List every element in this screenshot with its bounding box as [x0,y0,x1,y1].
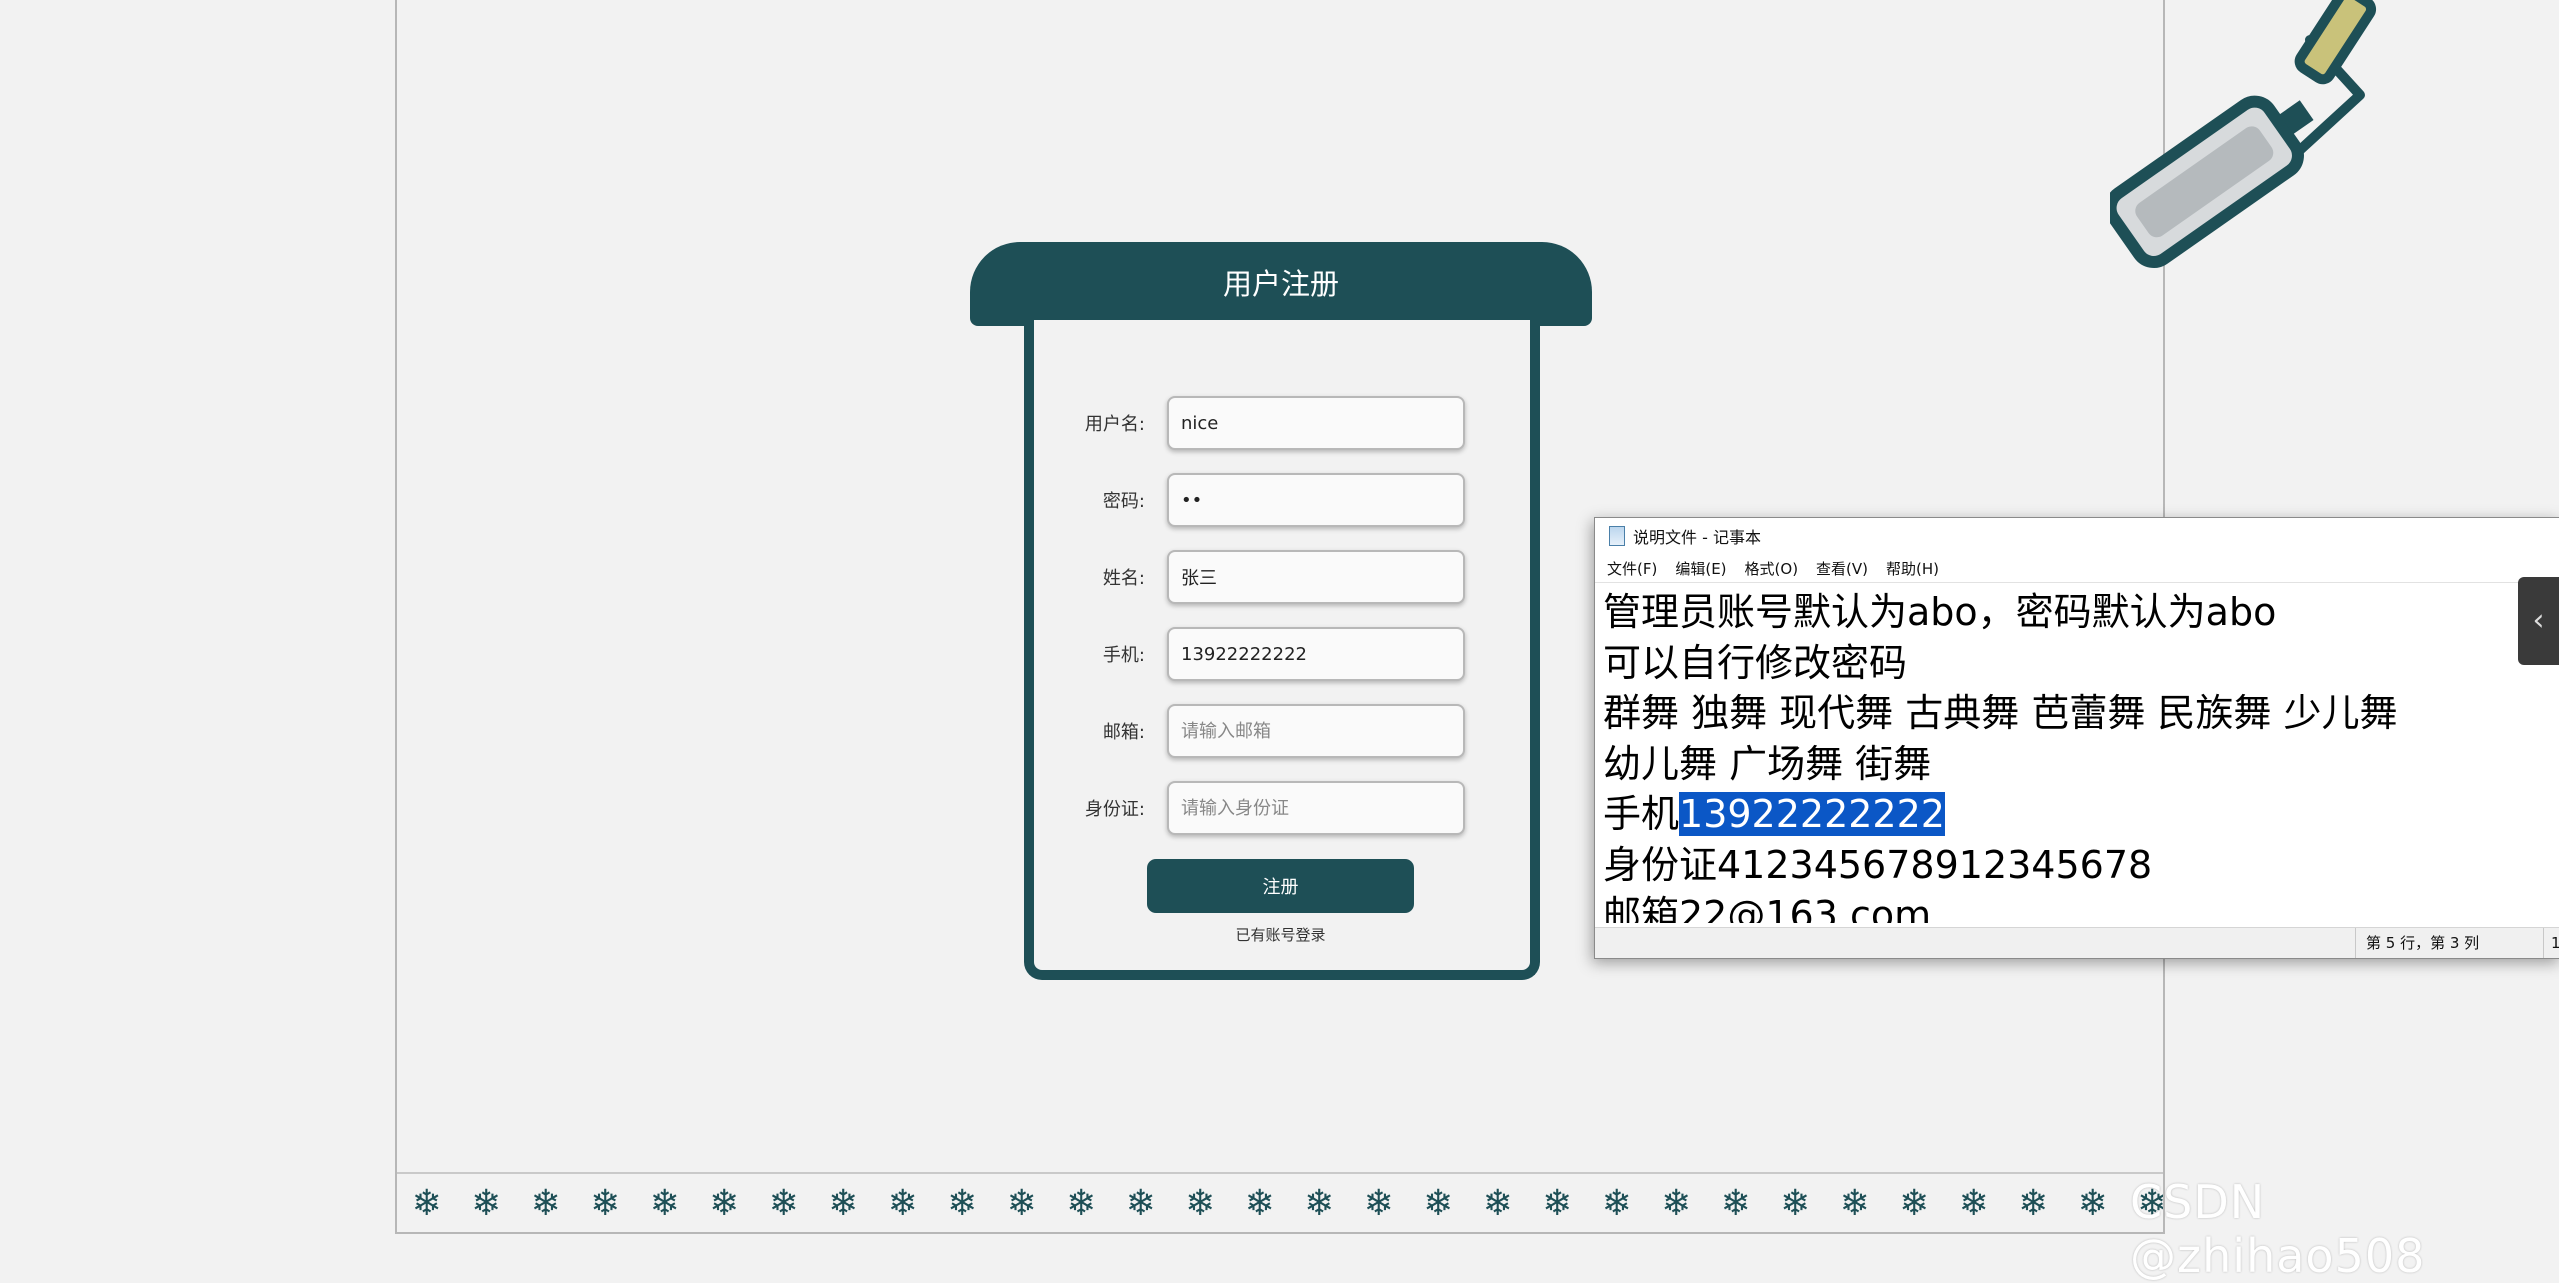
notepad-window: 说明文件 - 记事本 文件(F) 编辑(E) 格式(O) 查看(V) 帮助(H)… [1594,517,2559,959]
snowflake-icon: ❄ [2077,1183,2108,1224]
text-line: 邮箱22@163.com [1603,893,1932,923]
text-line: 管理员账号默认为abo，密码默认为abo [1603,590,2277,634]
menu-help[interactable]: 帮助(H) [1886,558,1939,579]
password-label: 密码: [1102,491,1145,512]
name-row: 姓名: [1040,550,1520,608]
id-card-row: 身份证: [1040,781,1520,839]
phone-prefix: 手机 [1603,792,1680,836]
notepad-titlebar[interactable]: 说明文件 - 记事本 [1595,518,2559,554]
notepad-title: 说明文件 - 记事本 [1633,528,1761,547]
snowflake-icon: ❄ [1423,1183,1454,1224]
menu-view[interactable]: 查看(V) [1816,558,1868,579]
username-row: 用户名: [1040,396,1520,454]
snowflake-icon: ❄ [1780,1183,1811,1224]
selected-phone-text: 13922222222 [1679,792,1945,836]
email-input[interactable] [1167,704,1465,758]
text-line: 身份证412345678912345678 [1603,842,2153,887]
snowflake-icon: ❄ [1601,1183,1632,1224]
email-label: 邮箱: [1102,722,1145,743]
notepad-menubar: 文件(F) 编辑(E) 格式(O) 查看(V) 帮助(H) [1595,554,2559,583]
snowflake-icon: ❄ [1066,1183,1097,1224]
notepad-text-area[interactable]: 管理员账号默认为abo，密码默认为abo 可以自行修改密码 群舞 独舞 现代舞 … [1595,583,2559,923]
text-line-phone: 手机13922222222 [1603,789,2559,840]
snowflake-icon: ❄ [590,1183,621,1224]
snowflake-icon: ❄ [1661,1183,1692,1224]
snowflake-icon: ❄ [1958,1183,1989,1224]
register-card-title: 用户注册 [970,242,1592,326]
snowflake-icon: ❄ [530,1183,561,1224]
notepad-icon [1609,526,1625,546]
password-row: 密码: [1040,473,1520,531]
snowflake-icon: ❄ [1244,1183,1275,1224]
phone-row: 手机: [1040,627,1520,685]
phone-label: 手机: [1102,645,1145,666]
snowflake-icon: ❄ [947,1183,978,1224]
text-line: 可以自行修改密码 [1603,640,1908,685]
status-extra: 1 [2551,934,2559,952]
status-divider [2543,928,2544,958]
menu-file[interactable]: 文件(F) [1607,558,1657,579]
snowflake-icon: ❄ [768,1183,799,1224]
snowflake-icon: ❄ [1899,1183,1930,1224]
name-label: 姓名: [1102,568,1145,589]
snowflake-icon: ❄ [1720,1183,1751,1224]
snowflake-icon: ❄ [828,1183,859,1224]
snowflake-icon: ❄ [887,1183,918,1224]
username-label: 用户名: [1084,414,1145,435]
snowflake-icon: ❄ [471,1183,502,1224]
snowflake-icon: ❄ [1006,1183,1037,1224]
snowflake-icon: ❄ [1304,1183,1335,1224]
snowflake-icon: ❄ [1542,1183,1573,1224]
menu-edit[interactable]: 编辑(E) [1675,558,1726,579]
menu-format[interactable]: 格式(O) [1745,558,1799,579]
id-card-input[interactable] [1167,781,1465,835]
email-row: 邮箱: [1040,704,1520,762]
notepad-statusbar: 第 5 行，第 3 列 1 [1595,927,2559,958]
paint-roller-icon [2110,0,2377,268]
snowflake-icon: ❄ [1839,1183,1870,1224]
watermark: CSDN @zhihao508 [2130,1175,2426,1283]
snowflake-icon: ❄ [1482,1183,1513,1224]
snowflake-icon: ❄ [1185,1183,1216,1224]
password-input[interactable] [1167,473,1465,527]
snowflake-border: ❄❄❄❄❄❄❄❄❄❄❄❄❄❄❄❄❄❄❄❄❄❄❄❄❄❄❄❄❄❄ [397,1172,2163,1234]
cursor-position: 第 5 行，第 3 列 [2355,928,2479,958]
snowflake-icon: ❄ [649,1183,680,1224]
username-input[interactable] [1167,396,1465,450]
name-input[interactable] [1167,550,1465,604]
snowflake-icon: ❄ [2018,1183,2049,1224]
snowflake-icon: ❄ [709,1183,740,1224]
side-collapse-tab[interactable]: ‹ [2518,577,2559,665]
text-line: 幼儿舞 广场舞 街舞 [1603,741,1932,786]
phone-input[interactable] [1167,627,1465,681]
snowflake-icon: ❄ [1363,1183,1394,1224]
text-line: 群舞 独舞 现代舞 古典舞 芭蕾舞 民族舞 少儿舞 [1603,691,2398,735]
snowflake-icon: ❄ [411,1183,442,1224]
snowflake-icon: ❄ [1125,1183,1156,1224]
register-button[interactable]: 注册 [1147,859,1414,913]
id-card-label: 身份证: [1084,799,1145,820]
login-link[interactable]: 已有账号登录 [1147,924,1414,945]
